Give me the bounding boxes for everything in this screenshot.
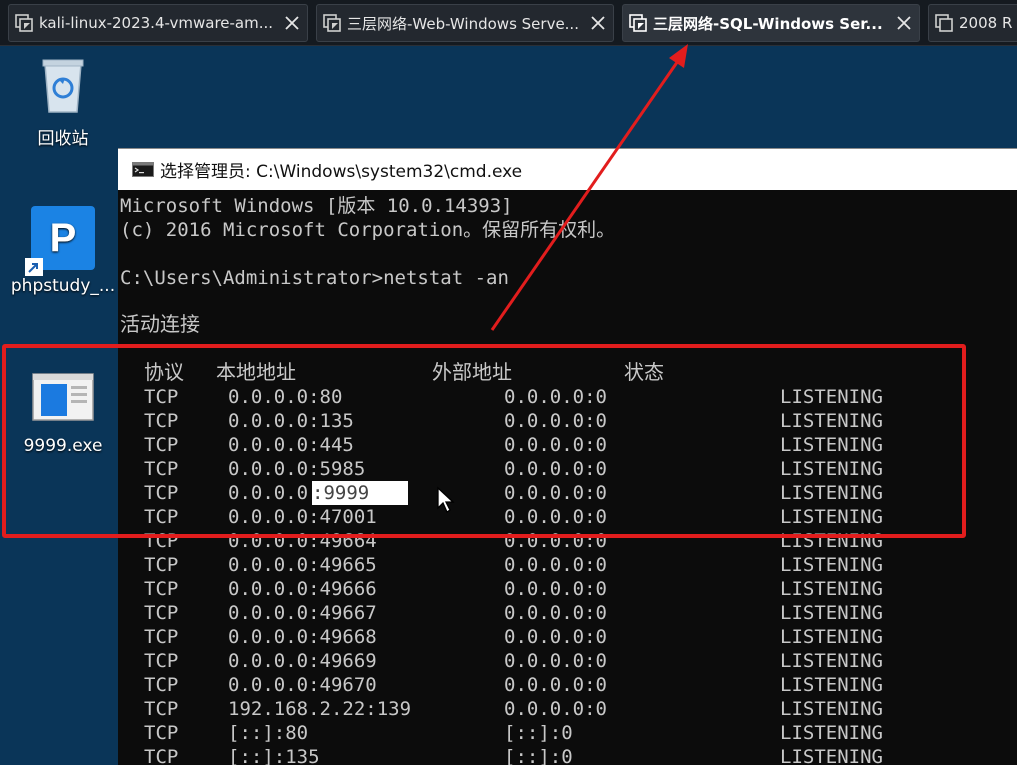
annotation-arrow-icon: [490, 44, 688, 331]
mouse-pointer-icon: [437, 486, 455, 513]
